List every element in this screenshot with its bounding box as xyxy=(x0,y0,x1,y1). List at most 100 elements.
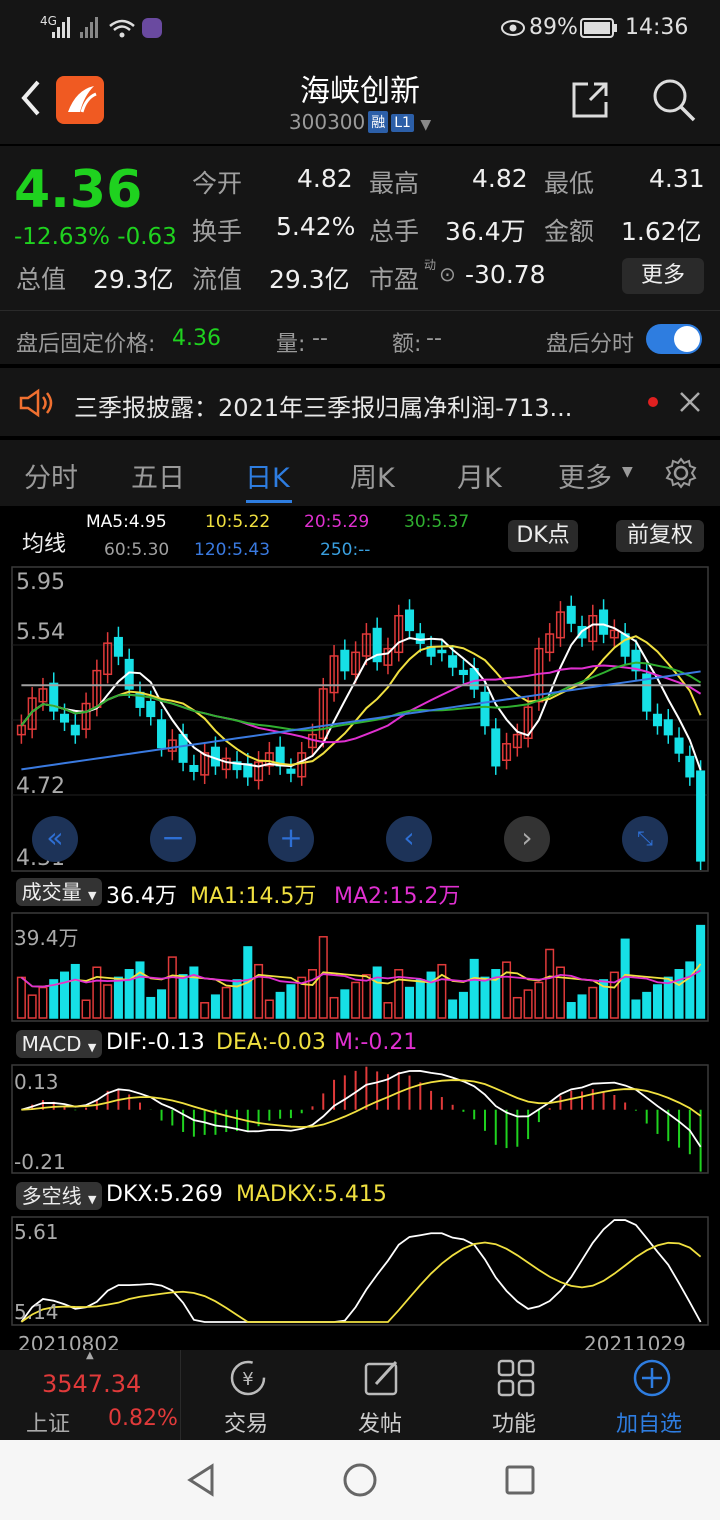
trade-button[interactable]: ¥ 交易 xyxy=(200,1350,296,1440)
volume-bar xyxy=(16,976,26,1019)
volume-bar xyxy=(113,976,123,1019)
volume-bar xyxy=(178,974,188,1019)
fullscreen-button[interactable]: ⤡ xyxy=(622,816,668,862)
after-hours-toggle[interactable] xyxy=(646,324,702,354)
ma120-value: 120:5.43 xyxy=(194,540,271,560)
level-tag: L1 xyxy=(391,114,414,132)
candle xyxy=(49,672,59,720)
candle xyxy=(394,604,404,662)
function-button[interactable]: 功能 xyxy=(468,1350,564,1440)
after-price: 4.36 xyxy=(172,326,221,351)
volume-chart[interactable] xyxy=(0,912,720,1024)
candle xyxy=(81,692,91,739)
tab-5day[interactable]: 五日 xyxy=(131,456,185,495)
close-icon[interactable] xyxy=(678,390,702,414)
volume-bar xyxy=(329,996,339,1019)
price-axis-4: 4.72 xyxy=(16,774,65,799)
volume-bar xyxy=(92,966,102,1019)
float-value: 29.3亿 xyxy=(269,265,350,294)
gear-icon[interactable] xyxy=(664,456,698,490)
info-icon[interactable]: ⊙ xyxy=(439,262,456,286)
index-ticker[interactable]: ▲ 3547.34 上证 0.82% xyxy=(0,1350,180,1440)
volume-bar xyxy=(221,986,231,1019)
amount-label: 金额 xyxy=(544,217,595,246)
dkx-value: DKX:5.269 xyxy=(106,1182,223,1207)
ma30-value: 30:5.37 xyxy=(404,512,470,532)
volume-axis: 39.4万 xyxy=(14,926,79,950)
svg-text:¥: ¥ xyxy=(242,1369,253,1390)
adjust-button[interactable]: 前复权 xyxy=(616,520,704,552)
notice-bar[interactable]: 三季报披露：2021年三季报归属净利润-713... xyxy=(0,368,720,436)
high-label: 最高 xyxy=(369,169,420,198)
tab-monthly-k[interactable]: 月K xyxy=(457,456,502,495)
macd-chart[interactable] xyxy=(0,1064,720,1176)
index-name: 上证 xyxy=(26,1412,71,1437)
dkx-indicator-select[interactable]: 多空线 ▼ xyxy=(16,1182,102,1210)
kline-chart[interactable] xyxy=(0,566,720,876)
nav-back-icon[interactable] xyxy=(184,1462,218,1498)
share-icon[interactable] xyxy=(568,78,612,122)
eye-icon xyxy=(501,20,525,36)
trade-label: 交易 xyxy=(224,1412,269,1437)
margin-tag: 融 xyxy=(368,111,389,133)
volume-bar xyxy=(631,999,641,1019)
nav-home-icon[interactable] xyxy=(342,1462,378,1498)
scroll-start-button[interactable]: « xyxy=(32,816,78,862)
divider xyxy=(0,310,720,311)
macd-dea: DEA:-0.03 xyxy=(216,1030,326,1055)
period-tabs: 分时 五日 日K 周K 月K 更多 ▼ xyxy=(0,440,720,506)
candle xyxy=(103,632,113,684)
volume-bar xyxy=(135,961,145,1019)
tab-weekly-k[interactable]: 周K xyxy=(350,456,395,495)
macd-indicator-select[interactable]: MACD ▼ xyxy=(16,1030,102,1058)
status-bar: 4G 89% 14:36 xyxy=(0,0,720,56)
candle xyxy=(588,604,598,651)
volume-bar xyxy=(146,996,156,1019)
volume-bar xyxy=(674,969,684,1019)
nav-recents-icon[interactable] xyxy=(504,1464,536,1496)
tab-more[interactable]: 更多 xyxy=(558,456,612,495)
candle xyxy=(469,657,479,699)
add-watchlist-button[interactable]: 加自选 xyxy=(604,1350,714,1440)
open-label: 今开 xyxy=(192,169,243,198)
volume-bar xyxy=(307,969,318,1019)
volume-bar xyxy=(652,984,663,1019)
volume-bar xyxy=(415,979,425,1019)
ma5-line xyxy=(20,623,702,771)
volume-bar xyxy=(404,986,415,1019)
scroll-left-button[interactable]: ‹ xyxy=(386,816,432,862)
candle xyxy=(491,718,501,775)
search-icon[interactable] xyxy=(650,76,698,124)
dk-point-button[interactable]: DK点 xyxy=(508,520,578,552)
candle xyxy=(685,745,695,786)
candle xyxy=(663,709,673,744)
zoom-in-button[interactable]: + xyxy=(268,816,314,862)
zoom-out-button[interactable]: − xyxy=(150,816,196,862)
volume-indicator-select[interactable]: 成交量 ▼ xyxy=(16,878,102,906)
low-label: 最低 xyxy=(544,169,595,198)
volume-label: 总手 xyxy=(369,217,420,246)
post-button[interactable]: 发帖 xyxy=(334,1350,430,1440)
notice-text: 三季报披露：2021年三季报归属净利润-713... xyxy=(74,394,573,422)
more-button[interactable]: 更多 xyxy=(622,258,704,294)
volume-bar xyxy=(469,958,479,1019)
candle xyxy=(113,626,123,666)
volume-bar xyxy=(27,994,37,1019)
candle xyxy=(652,703,663,735)
after-time-label: 盘后分时 xyxy=(546,332,635,357)
tab-minute[interactable]: 分时 xyxy=(24,456,78,495)
dkx-chart[interactable] xyxy=(0,1216,720,1328)
scroll-right-button[interactable]: › xyxy=(504,816,550,862)
dkx-axis-top: 5.61 xyxy=(14,1220,59,1244)
chevron-down-icon[interactable]: ▼ xyxy=(420,117,431,133)
open-value: 4.82 xyxy=(297,164,353,193)
candle xyxy=(545,623,555,662)
unread-dot xyxy=(648,397,658,407)
volume-bar xyxy=(426,971,436,1019)
volume-bar xyxy=(103,984,113,1019)
pe-label: 市盈 xyxy=(369,265,420,294)
price-change: -12.63% -0.63 xyxy=(14,224,177,250)
pe-value: -30.78 xyxy=(465,260,546,289)
tab-daily-k[interactable]: 日K xyxy=(245,456,290,495)
macd-label: MACD xyxy=(21,1032,82,1056)
